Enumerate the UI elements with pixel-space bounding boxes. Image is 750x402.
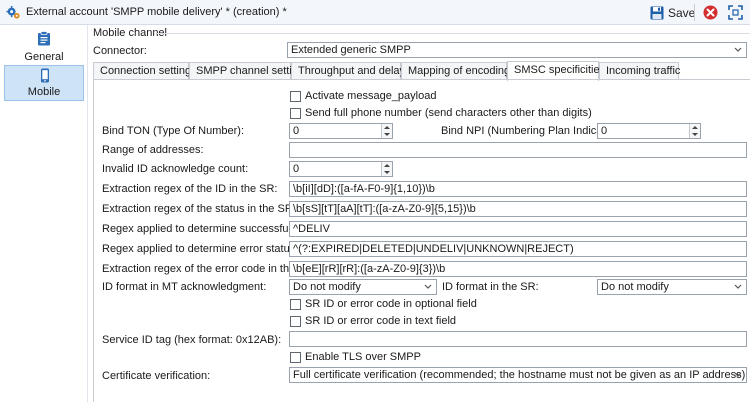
certificate-verification-select[interactable]: Full certificate verification (recommend… xyxy=(289,367,747,383)
service-id-input[interactable] xyxy=(289,331,747,347)
regex-errcode-label: Extraction regex of the error code in th… xyxy=(102,263,317,275)
chevron-down-icon xyxy=(424,284,432,289)
regex-success-input[interactable]: ^DELIV xyxy=(289,221,747,237)
bind-npi-value: 0 xyxy=(601,125,608,137)
bind-ton-value: 0 xyxy=(293,125,300,137)
section-title: Mobile channel xyxy=(93,27,167,39)
sidebar-item-general[interactable]: General xyxy=(4,29,84,65)
fullscreen-icon[interactable] xyxy=(727,4,744,21)
tab-incoming-traffic[interactable]: Incoming traffic xyxy=(599,62,680,80)
enable-tls-checkbox[interactable]: Enable TLS over SMPP xyxy=(290,351,421,363)
invalid-id-value: 0 xyxy=(293,163,300,175)
invalid-id-stepper[interactable]: 0 xyxy=(289,161,393,177)
save-button[interactable]: Save xyxy=(647,3,698,22)
invalid-id-label: Invalid ID acknowledge count: xyxy=(102,163,249,175)
sidebar-item-label: Mobile xyxy=(27,86,61,98)
certificate-verification-value: Full certificate verification (recommend… xyxy=(293,369,746,381)
chevron-down-icon xyxy=(734,47,742,52)
sidebar-item-mobile[interactable]: Mobile xyxy=(4,65,84,101)
sidebar: General Mobile xyxy=(0,25,88,402)
section-divider xyxy=(157,33,750,34)
spin-buttons[interactable] xyxy=(381,162,392,176)
regex-error-label: Regex applied to determine error status: xyxy=(102,243,299,255)
connector-select-value: Extended generic SMPP xyxy=(291,44,411,56)
clipboard-icon xyxy=(38,31,50,46)
tab-smpp-channel-settings[interactable]: SMPP channel settings xyxy=(189,62,310,80)
service-id-label: Service ID tag (hex format: 0x12AB): xyxy=(102,334,282,346)
regex-id-label: Extraction regex of the ID in the SR: xyxy=(102,183,278,195)
connector-select[interactable]: Extended generic SMPP xyxy=(287,42,747,58)
checkbox-box xyxy=(290,315,301,327)
checkbox-box xyxy=(290,90,301,102)
sr-text-field-checkbox[interactable]: SR ID or error code in text field xyxy=(290,315,456,327)
checkbox-label: Activate message_payload xyxy=(305,90,437,102)
send-full-phone-checkbox[interactable]: Send full phone number (send characters … xyxy=(290,107,592,119)
cancel-icon[interactable] xyxy=(702,4,719,21)
connector-label: Connector: xyxy=(93,45,147,57)
checkbox-box xyxy=(290,298,301,310)
id-format-mt-value: Do not modify xyxy=(293,281,361,293)
checkbox-label: SR ID or error code in text field xyxy=(305,315,457,327)
checkbox-box xyxy=(290,351,301,363)
tab-connection-settings[interactable]: Connection settings xyxy=(93,62,197,80)
gear-app-icon xyxy=(6,5,20,19)
window-title: External account 'SMPP mobile delivery' … xyxy=(26,6,287,18)
regex-id-input[interactable]: \b[iI][dD]:([a-fA-F0-9]{1,10})\b xyxy=(289,181,747,197)
tab-mapping-of-encodings[interactable]: Mapping of encodings xyxy=(401,62,516,80)
regex-status-input[interactable]: \b[sS][tT][aA][tT]:([a-zA-Z0-9]{5,15})\b xyxy=(289,201,747,217)
id-format-sr-select[interactable]: Do not modify xyxy=(597,279,747,295)
toolbar-separator xyxy=(694,4,695,21)
floppy-disk-icon xyxy=(650,6,664,19)
regex-status-label: Extraction regex of the status in the SR… xyxy=(102,203,296,215)
sr-optional-field-checkbox[interactable]: SR ID or error code in optional field xyxy=(290,298,477,310)
spin-buttons[interactable] xyxy=(689,124,700,138)
id-format-sr-value: Do not modify xyxy=(601,281,669,293)
chevron-down-icon xyxy=(734,372,742,377)
id-format-mt-select[interactable]: Do not modify xyxy=(289,279,437,295)
tab-smsc-specificities[interactable]: SMSC specificities xyxy=(507,61,605,81)
bind-npi-label: Bind NPI (Numbering Plan Indicator): xyxy=(441,125,622,137)
bind-ton-label: Bind TON (Type Of Number): xyxy=(102,125,245,137)
id-format-sr-label: ID format in the SR: xyxy=(442,281,539,293)
range-of-addresses-label: Range of addresses: xyxy=(102,144,204,156)
bind-npi-stepper[interactable]: 0 xyxy=(597,123,701,139)
activate-message-payload-checkbox[interactable]: Activate message_payload xyxy=(290,90,436,102)
regex-error-input[interactable]: ^(?:EXPIRED|DELETED|UNDELIV|UNKNOWN|REJE… xyxy=(289,241,747,257)
title-bar: External account 'SMPP mobile delivery' … xyxy=(0,0,750,25)
bind-ton-stepper[interactable]: 0 xyxy=(289,123,393,139)
regex-errcode-input[interactable]: \b[eE][rR][rR]:([a-zA-Z0-9]{3})\b xyxy=(289,261,747,277)
checkbox-label: Enable TLS over SMPP xyxy=(305,351,421,363)
mobile-phone-icon xyxy=(41,68,49,83)
tab-throughput-and-delays[interactable]: Throughput and delays xyxy=(291,62,411,80)
chevron-down-icon xyxy=(734,284,742,289)
sidebar-item-label: General xyxy=(24,51,64,63)
checkbox-label: SR ID or error code in optional field xyxy=(305,298,477,310)
spin-buttons[interactable] xyxy=(381,124,392,138)
checkbox-label: Send full phone number (send characters … xyxy=(305,107,592,119)
save-button-label: Save xyxy=(668,5,696,20)
certificate-verification-label: Certificate verification: xyxy=(102,370,211,382)
checkbox-box xyxy=(290,107,301,119)
range-of-addresses-input[interactable] xyxy=(289,142,747,158)
id-format-mt-label: ID format in MT acknowledgment: xyxy=(102,281,267,293)
